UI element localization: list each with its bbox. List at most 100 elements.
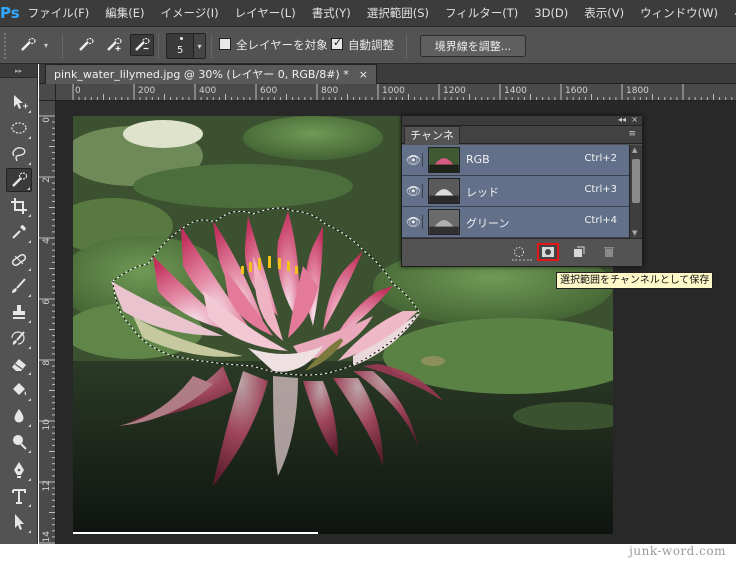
history-brush-tool-icon[interactable] — [6, 326, 32, 350]
ruler-label: 1400 — [504, 86, 527, 96]
ruler-origin[interactable] — [39, 84, 56, 101]
menu-select[interactable]: 選択範囲(S) — [359, 5, 437, 21]
ruler-label: 0 — [75, 86, 81, 96]
ruler-label: 14 — [42, 531, 52, 543]
healing-brush-tool-icon[interactable] — [6, 248, 32, 272]
separator — [211, 34, 212, 58]
eyedropper-tool-icon[interactable] — [6, 220, 32, 244]
ruler-label: 12 — [42, 480, 52, 492]
channel-thumbnail-rgb — [428, 147, 460, 173]
paint-bucket-tool-icon[interactable] — [6, 378, 32, 402]
collapse-panel-icon[interactable]: ◂◂ — [618, 115, 626, 124]
channels-panel: ◂◂ × チャンネル ≡ 👁 RGB Ctrl+2 👁 レッド Ctrl+3 — [401, 115, 643, 267]
menu-help[interactable]: ヘルプ — [726, 5, 736, 21]
channel-row-red[interactable]: 👁 レッド Ctrl+3 — [402, 176, 629, 207]
ruler-label: 1800 — [626, 86, 649, 96]
watermark: junk-word.com — [629, 544, 726, 558]
dodge-tool-icon[interactable] — [6, 430, 32, 454]
crop-tool-icon[interactable] — [6, 194, 32, 218]
channel-name: グリーン — [466, 217, 510, 230]
vertical-ruler[interactable]: 0 2 4 6 8 10 12 14 — [39, 101, 56, 544]
eraser-tool-icon[interactable] — [6, 352, 32, 376]
scroll-up-icon[interactable]: ▲ — [632, 146, 637, 154]
visibility-eye-icon[interactable]: 👁 — [405, 184, 423, 198]
panel-top-strip: ◂◂ × — [402, 115, 642, 126]
close-icon[interactable]: × — [359, 65, 368, 84]
scrollbar-thumb[interactable] — [632, 159, 640, 203]
horizontal-ruler[interactable]: 0 200 400 600 800 1000 1200 1400 1600 18… — [56, 84, 736, 101]
channel-shortcut: Ctrl+2 — [584, 153, 617, 164]
options-bar: ▾ 5 ▾ 全レイヤーを対象 自動調整 境界線を調整... — [0, 26, 736, 64]
channel-thumbnail-red — [428, 178, 460, 204]
chevron-down-icon[interactable]: ▾ — [193, 34, 205, 58]
menu-file[interactable]: ファイル(F) — [20, 5, 98, 21]
channel-row-rgb[interactable]: 👁 RGB Ctrl+2 — [402, 145, 629, 176]
tab-channels[interactable]: チャンネル — [404, 126, 460, 159]
visibility-eye-icon[interactable]: 👁 — [405, 215, 423, 229]
clone-stamp-tool-icon[interactable] — [6, 300, 32, 324]
channel-row-green[interactable]: 👁 グリーン Ctrl+4 — [402, 207, 629, 238]
sample-all-layers-checkbox[interactable] — [219, 38, 231, 50]
auto-enhance-label: 自動調整 — [348, 38, 394, 52]
ruler-label: 200 — [138, 86, 156, 96]
blur-tool-icon[interactable] — [6, 404, 32, 428]
lasso-tool-icon[interactable] — [6, 142, 32, 166]
move-tool-icon[interactable] — [6, 90, 32, 114]
menu-filter[interactable]: フィルター(T) — [437, 5, 526, 21]
document-tab[interactable]: pink_water_lilymed.jpg @ 30% (レイヤー 0, RG… — [45, 64, 377, 84]
channel-name: RGB — [466, 153, 490, 166]
panel-menu-icon[interactable]: ≡ — [628, 129, 636, 139]
panel-resize-grip[interactable] — [512, 259, 532, 263]
photoshop-logo: Ps — [0, 4, 20, 22]
ruler-label: 1600 — [565, 86, 588, 96]
type-tool-icon[interactable] — [6, 484, 32, 508]
new-selection-icon[interactable] — [74, 34, 98, 56]
menu-view[interactable]: 表示(V) — [576, 5, 632, 21]
menu-layer[interactable]: レイヤー(L) — [227, 5, 304, 21]
trash-icon[interactable] — [598, 243, 620, 261]
menu-edit[interactable]: 編集(E) — [97, 5, 152, 21]
menu-bar: Ps ファイル(F) 編集(E) イメージ(I) レイヤー(L) 書式(Y) 選… — [0, 0, 736, 26]
quick-selection-tool-icon[interactable] — [6, 168, 32, 192]
document-tab-title: pink_water_lilymed.jpg @ 30% (レイヤー 0, RG… — [54, 68, 349, 81]
sample-all-layers-label: 全レイヤーを対象 — [236, 38, 328, 52]
marquee-tool-icon[interactable] — [6, 116, 32, 140]
visibility-eye-icon[interactable]: 👁 — [405, 153, 423, 167]
menu-3d[interactable]: 3D(D) — [526, 6, 576, 20]
channel-list: 👁 RGB Ctrl+2 👁 レッド Ctrl+3 👁 グリーン Ctrl+4 — [402, 145, 629, 238]
save-selection-as-channel-icon[interactable] — [537, 243, 559, 261]
panel-tab-row: チャンネル ≡ — [402, 126, 642, 159]
menu-type[interactable]: 書式(Y) — [304, 5, 359, 21]
channel-list-scrollbar[interactable]: ▲ ▼ — [629, 145, 642, 238]
auto-enhance-checkbox[interactable] — [331, 36, 343, 50]
channels-panel-footer — [402, 238, 642, 266]
scroll-down-icon[interactable]: ▼ — [632, 229, 637, 237]
ruler-label: 10 — [42, 419, 52, 431]
pen-tool-icon[interactable] — [6, 458, 32, 482]
new-channel-icon[interactable] — [568, 243, 590, 261]
path-selection-tool-icon[interactable] — [6, 510, 32, 534]
tools-panel-header[interactable]: ▸▸ — [0, 64, 37, 78]
refine-edge-button[interactable]: 境界線を調整... — [420, 35, 526, 57]
separator — [158, 34, 159, 58]
ruler-label: 400 — [199, 86, 217, 96]
brush-size-picker[interactable]: 5 ▾ — [166, 33, 206, 59]
ruler-label: 1000 — [382, 86, 405, 96]
close-icon[interactable]: × — [631, 115, 638, 124]
add-to-selection-icon[interactable] — [102, 34, 126, 56]
channel-shortcut: Ctrl+4 — [584, 215, 617, 226]
menu-window[interactable]: ウィンドウ(W) — [632, 5, 726, 21]
brush-tool-icon[interactable] — [6, 274, 32, 298]
ruler-label: 0 — [42, 117, 52, 123]
separator — [62, 34, 63, 58]
ruler-label: 6 — [42, 299, 52, 305]
channel-thumbnail-green — [428, 209, 460, 235]
quick-selection-preset-icon[interactable] — [16, 34, 40, 56]
ruler-label: 8 — [42, 360, 52, 366]
menu-image[interactable]: イメージ(I) — [153, 5, 227, 21]
options-bar-grip[interactable] — [4, 33, 10, 59]
channel-name: レッド — [466, 186, 499, 199]
ruler-label: 600 — [260, 86, 278, 96]
subtract-from-selection-icon[interactable] — [130, 34, 154, 56]
preset-dropdown-icon[interactable]: ▾ — [44, 41, 48, 50]
